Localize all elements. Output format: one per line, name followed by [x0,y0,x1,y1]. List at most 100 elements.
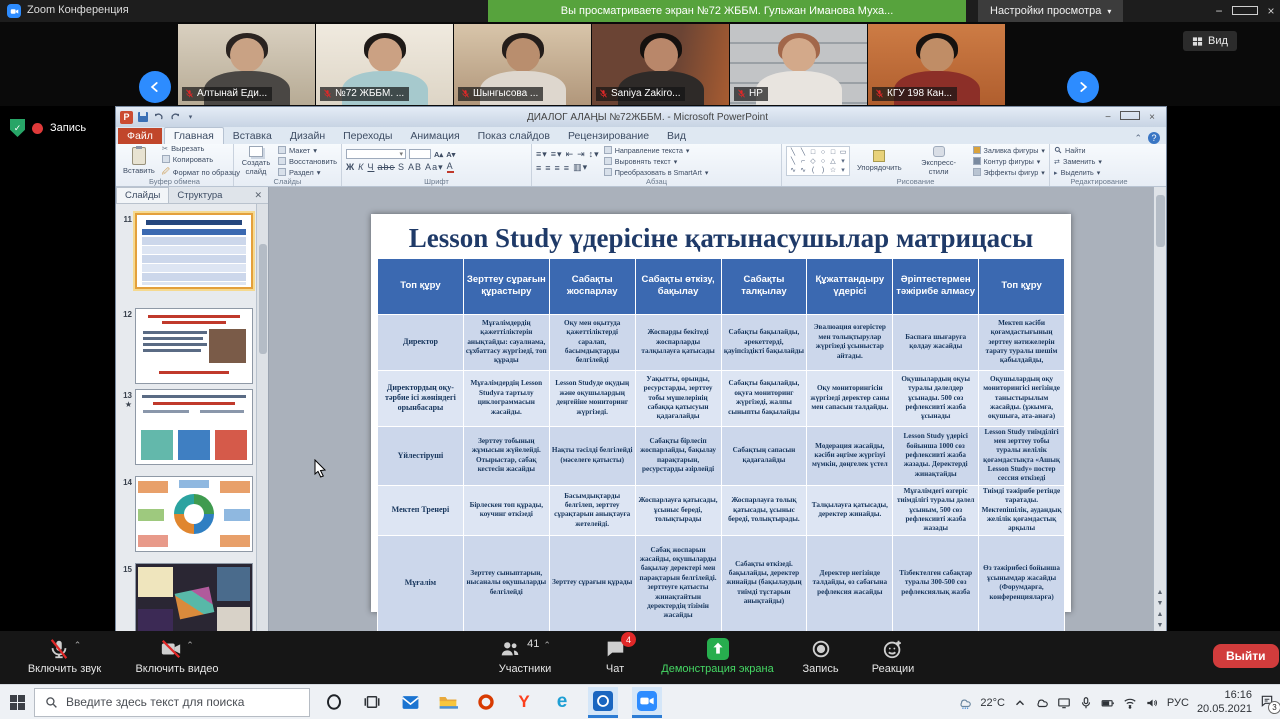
language-indicator[interactable]: РУС [1167,697,1189,709]
align-center-button[interactable]: ≡ [545,163,551,173]
numbering-button[interactable]: ≡▾ [551,149,563,160]
cut-button[interactable]: ✂Вырезать [162,144,240,153]
font-name-select[interactable]: ▾ [346,149,406,159]
mail-icon[interactable] [398,689,422,715]
bold-button[interactable]: Ж [346,162,355,172]
panel-scrollbar[interactable] [256,204,268,631]
text-shadow-button[interactable]: S [398,162,405,172]
paste-button[interactable]: Вставить [120,146,158,176]
ppt-tab-7[interactable]: Рецензирование [559,128,658,144]
close-button[interactable]: × [1258,4,1280,18]
save-button[interactable] [136,111,149,124]
find-button[interactable]: Найти [1054,146,1102,155]
shapes-gallery[interactable]: ╲╲□○□▭╲⌐◇○△▾∿∿()☆▾ [786,146,850,176]
shrink-font-button[interactable]: А▾ [446,150,455,159]
line-spacing-button[interactable]: ↕▾ [589,149,600,160]
participant-tile[interactable]: Saniya Zakiro... [592,24,729,105]
ppt-tab-8[interactable]: Вид [658,128,695,144]
indent-increase-button[interactable]: ⇥ [577,149,586,160]
participant-tile[interactable]: Шынгысова ... [454,24,591,105]
security-shield-icon[interactable]: ✓ [10,119,25,137]
share-screen-button[interactable]: Демонстрация экрана [650,638,785,675]
weather-icon[interactable] [958,696,972,710]
select-button[interactable]: ▸Выделить ▾ [1054,168,1102,177]
arrange-button[interactable]: Упорядочить [854,146,905,176]
audio-options-chevron[interactable]: ⌃ [74,640,82,651]
strikethrough-button[interactable]: abc [377,162,395,172]
shape-outline-button[interactable]: Контур фигуры ▾ [973,157,1046,166]
ppt-tab-1[interactable]: Главная [164,127,224,144]
taskbar-search[interactable]: Введите здесь текст для поиска [34,688,310,717]
file-explorer-icon[interactable] [436,689,460,715]
ppt-maximize-button[interactable] [1120,111,1140,123]
view-settings-button[interactable]: Настройки просмотра▾ [978,0,1123,22]
participant-tile[interactable]: HP [730,24,867,105]
font-size-select[interactable] [409,149,431,159]
text-direction-button[interactable]: Направление текста ▾ [604,146,709,155]
participant-tile[interactable]: КГУ 198 Кан... [868,24,1005,105]
section-button[interactable]: Раздел ▾ [278,168,337,177]
wifi-icon[interactable] [1123,696,1137,710]
ppt-tab-5[interactable]: Анимация [401,128,468,144]
layout-button[interactable]: Макет ▾ [278,146,337,155]
help-icon[interactable]: ? [1148,132,1160,144]
display-icon[interactable] [1057,696,1071,710]
slide-thumbnail-11[interactable]: 11 [118,213,253,289]
participants-button[interactable]: 41⌃ Участники [480,638,570,675]
show-hidden-icons-chevron[interactable] [1013,696,1027,710]
ppt-close-button[interactable]: × [1142,112,1162,123]
redo-button[interactable] [168,111,181,124]
quick-styles-button[interactable]: Экспресс-стили [909,146,969,176]
grow-font-button[interactable]: А▴ [434,150,443,159]
panel-tab-outline[interactable]: Структура [169,188,230,203]
leave-button[interactable]: Выйти [1213,644,1279,668]
underline-button[interactable]: Ч [367,162,374,172]
action-center-icon[interactable]: 3 [1260,694,1274,711]
font-color-button[interactable]: А [447,161,454,173]
maximize-button[interactable] [1232,4,1258,18]
minimize-ribbon-icon[interactable]: ⌃ [1134,133,1142,144]
unmute-button[interactable]: ⌃ Включить звук [12,638,117,675]
justify-button[interactable]: ≡ [564,163,570,173]
next-participants-button[interactable] [1067,71,1099,103]
panel-close-icon[interactable]: ✕ [254,190,268,201]
bullets-button[interactable]: ≡▾ [536,149,548,160]
reactions-button[interactable]: Реакции [858,638,928,675]
zoom-taskbar-icon[interactable] [632,687,662,718]
ppt-tab-4[interactable]: Переходы [334,128,401,144]
clock[interactable]: 16:1620.05.2021 [1197,689,1252,715]
temperature-label[interactable]: 22°C [980,697,1005,709]
undo-button[interactable] [152,111,165,124]
slide-thumbnail-15[interactable]: 15 [118,563,253,631]
shape-fill-button[interactable]: Заливка фигуры ▾ [973,146,1046,155]
ppt-minimize-button[interactable]: − [1098,112,1118,123]
start-button[interactable] [0,695,34,710]
slide-thumbnail-13[interactable]: 13★ [118,389,253,465]
minimize-button[interactable]: − [1206,4,1232,18]
volume-icon[interactable] [1145,696,1159,710]
microphone-tray-icon[interactable] [1079,696,1093,710]
indent-decrease-button[interactable]: ⇤ [566,149,575,160]
start-video-button[interactable]: ⌃ Включить видео [122,638,232,675]
slide-thumbnail-14[interactable]: 14 [118,476,253,552]
onedrive-icon[interactable] [1035,696,1049,710]
smartart-button[interactable]: Преобразовать в SmartArt ▾ [604,168,709,177]
change-case-button[interactable]: Аа▾ [425,162,444,173]
office-icon[interactable] [474,689,498,715]
chat-button[interactable]: 4 Чат [590,638,640,675]
battery-icon[interactable] [1101,696,1115,710]
view-button[interactable]: Вид [1183,31,1237,51]
reset-button[interactable]: Восстановить [278,157,337,166]
align-left-button[interactable]: ≡ [536,163,542,173]
panel-tab-slides[interactable]: Слайды [116,187,169,203]
align-right-button[interactable]: ≡ [555,163,561,173]
participants-chevron[interactable]: ⌃ [543,640,551,651]
participant-tile[interactable]: Алтынай Еди... [178,24,315,105]
ppt-tab-file[interactable]: Файл [118,128,162,144]
character-spacing-button[interactable]: АВ [408,162,422,172]
yandex-icon[interactable]: Y [512,689,536,715]
previous-participants-button[interactable] [139,71,171,103]
task-view-icon[interactable] [360,689,384,715]
edge-icon[interactable]: e [550,689,574,715]
active-app-icon[interactable] [588,687,618,718]
